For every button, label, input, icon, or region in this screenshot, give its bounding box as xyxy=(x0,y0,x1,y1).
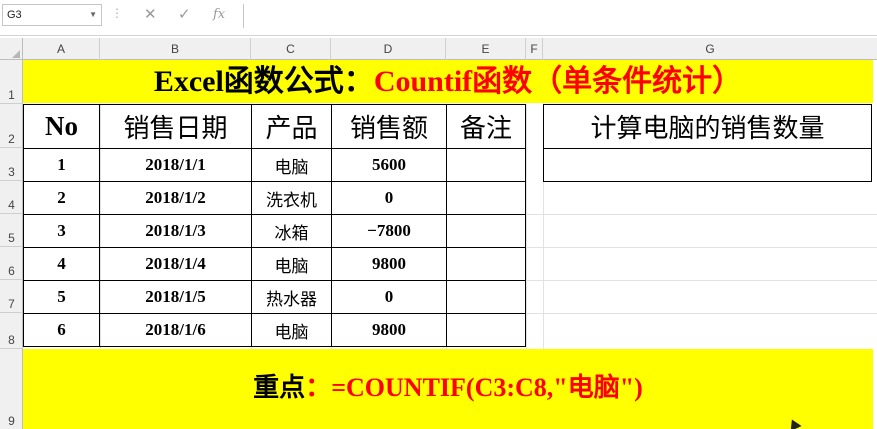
cell-product[interactable]: 电脑 xyxy=(251,148,332,182)
table-row: 5 2018/1/5 热水器 0 xyxy=(23,280,526,314)
name-box-value: G3 xyxy=(7,9,22,21)
cell-no[interactable]: 5 xyxy=(23,280,100,314)
cell-date[interactable]: 2018/1/5 xyxy=(99,280,252,314)
cell-amount[interactable]: −7800 xyxy=(331,214,447,248)
cell-remark[interactable] xyxy=(446,313,526,347)
drag-handle-icon[interactable]: ⋮ xyxy=(111,6,123,20)
cell-product[interactable]: 热水器 xyxy=(251,280,332,314)
row-header-4[interactable]: 4 xyxy=(0,181,23,214)
row-number: 1 xyxy=(8,88,15,102)
sales-table: No 销售日期 产品 销售额 备注 1 2018/1/1 电脑 5600 2 2… xyxy=(23,104,526,347)
key-formula-line[interactable]: 重点：=COUNTIF(C3:C8,"电脑") xyxy=(23,349,873,427)
cell-product[interactable]: 洗衣机 xyxy=(251,181,332,215)
row-number: 6 xyxy=(8,264,15,278)
insert-function-icon[interactable]: fx xyxy=(213,7,225,22)
cell-no[interactable]: 4 xyxy=(23,247,100,281)
title-prefix: Excel函数公式： xyxy=(153,65,374,98)
cell-product[interactable]: 冰箱 xyxy=(251,214,332,248)
row-header-bar: 1 2 3 4 5 6 7 8 9 xyxy=(0,60,23,429)
row-header-3[interactable]: 3 xyxy=(0,148,23,181)
row-number: 3 xyxy=(8,165,15,179)
key-formula: =COUNTIF(C3:C8,"电脑") xyxy=(331,373,643,402)
row-header-6[interactable]: 6 xyxy=(0,247,23,280)
header-product[interactable]: 产品 xyxy=(251,104,332,149)
cell-product[interactable]: 电脑 xyxy=(251,247,332,281)
cell-amount[interactable]: 0 xyxy=(331,181,447,215)
cell-no[interactable]: 3 xyxy=(23,214,100,248)
header-remark[interactable]: 备注 xyxy=(446,104,526,149)
row-number: 8 xyxy=(8,333,15,347)
row-number: 9 xyxy=(8,414,15,428)
column-header-c[interactable]: C xyxy=(251,38,331,60)
cell-amount[interactable]: 9800 xyxy=(331,247,447,281)
column-header-a[interactable]: A xyxy=(23,38,100,60)
table-header-row: No 销售日期 产品 销售额 备注 xyxy=(23,104,526,149)
cell-amount[interactable]: 0 xyxy=(331,280,447,314)
name-box[interactable]: G3 ▼ xyxy=(2,4,102,26)
cell-remark[interactable] xyxy=(446,247,526,281)
table-row: 3 2018/1/3 冰箱 −7800 xyxy=(23,214,526,248)
key-colon: ： xyxy=(305,373,332,402)
question-box: 计算电脑的销售数量 xyxy=(543,104,872,182)
cancel-icon[interactable]: ✕ xyxy=(144,5,157,23)
formula-bar: G3 ▼ ⋮ ✕ ✓ fx xyxy=(0,0,877,36)
row-header-2[interactable]: 2 xyxy=(0,104,23,148)
cell-product[interactable]: 电脑 xyxy=(251,313,332,347)
chevron-down-icon[interactable]: ▼ xyxy=(89,5,97,25)
column-header-bar: A B C D E F G xyxy=(0,38,877,60)
row-header-7[interactable]: 7 xyxy=(0,280,23,313)
table-row: 6 2018/1/6 电脑 9800 xyxy=(23,313,526,347)
column-header-b[interactable]: B xyxy=(100,38,251,60)
enter-icon[interactable]: ✓ xyxy=(178,5,191,23)
cell-date[interactable]: 2018/1/2 xyxy=(99,181,252,215)
cell-no[interactable]: 1 xyxy=(23,148,100,182)
title-highlight: Countif函数（单条件统计） xyxy=(373,65,743,98)
table-row: 1 2018/1/1 电脑 5600 xyxy=(23,148,526,182)
cell-amount[interactable]: 9800 xyxy=(331,313,447,347)
sheet-title[interactable]: Excel函数公式：Countif函数（单条件统计） xyxy=(23,60,873,103)
answer-cell[interactable] xyxy=(543,148,872,182)
column-header-g[interactable]: G xyxy=(543,38,877,60)
column-header-f[interactable]: F xyxy=(526,38,543,60)
row-number: 2 xyxy=(8,132,15,146)
header-date[interactable]: 销售日期 xyxy=(99,104,252,149)
cell-remark[interactable] xyxy=(446,280,526,314)
select-all-corner[interactable] xyxy=(0,38,23,60)
cell-remark[interactable] xyxy=(446,148,526,182)
cell-date[interactable]: 2018/1/6 xyxy=(99,313,252,347)
column-header-e[interactable]: E xyxy=(446,38,526,60)
cell-date[interactable]: 2018/1/3 xyxy=(99,214,252,248)
row-number: 4 xyxy=(8,198,15,212)
formula-input[interactable] xyxy=(243,4,877,28)
question-header[interactable]: 计算电脑的销售数量 xyxy=(543,104,872,149)
row-header-5[interactable]: 5 xyxy=(0,214,23,247)
cell-no[interactable]: 6 xyxy=(23,313,100,347)
cell-date[interactable]: 2018/1/4 xyxy=(99,247,252,281)
row-header-8[interactable]: 8 xyxy=(0,313,23,349)
cell-date[interactable]: 2018/1/1 xyxy=(99,148,252,182)
row-number: 5 xyxy=(8,231,15,245)
row-header-1[interactable]: 1 xyxy=(0,60,23,104)
sheet-grid[interactable]: Excel函数公式：Countif函数（单条件统计） No 销售日期 产品 销售… xyxy=(23,60,877,429)
select-all-icon xyxy=(12,50,20,58)
table-row: 2 2018/1/2 洗衣机 0 xyxy=(23,181,526,215)
key-label: 重点 xyxy=(253,373,306,402)
cell-amount[interactable]: 5600 xyxy=(331,148,447,182)
column-header-d[interactable]: D xyxy=(331,38,446,60)
cell-no[interactable]: 2 xyxy=(23,181,100,215)
header-amount[interactable]: 销售额 xyxy=(331,104,447,149)
row-number: 7 xyxy=(8,297,15,311)
header-no[interactable]: No xyxy=(23,104,100,149)
table-row: 4 2018/1/4 电脑 9800 xyxy=(23,247,526,281)
row-header-9[interactable]: 9 xyxy=(0,349,23,429)
cell-remark[interactable] xyxy=(446,214,526,248)
cell-remark[interactable] xyxy=(446,181,526,215)
